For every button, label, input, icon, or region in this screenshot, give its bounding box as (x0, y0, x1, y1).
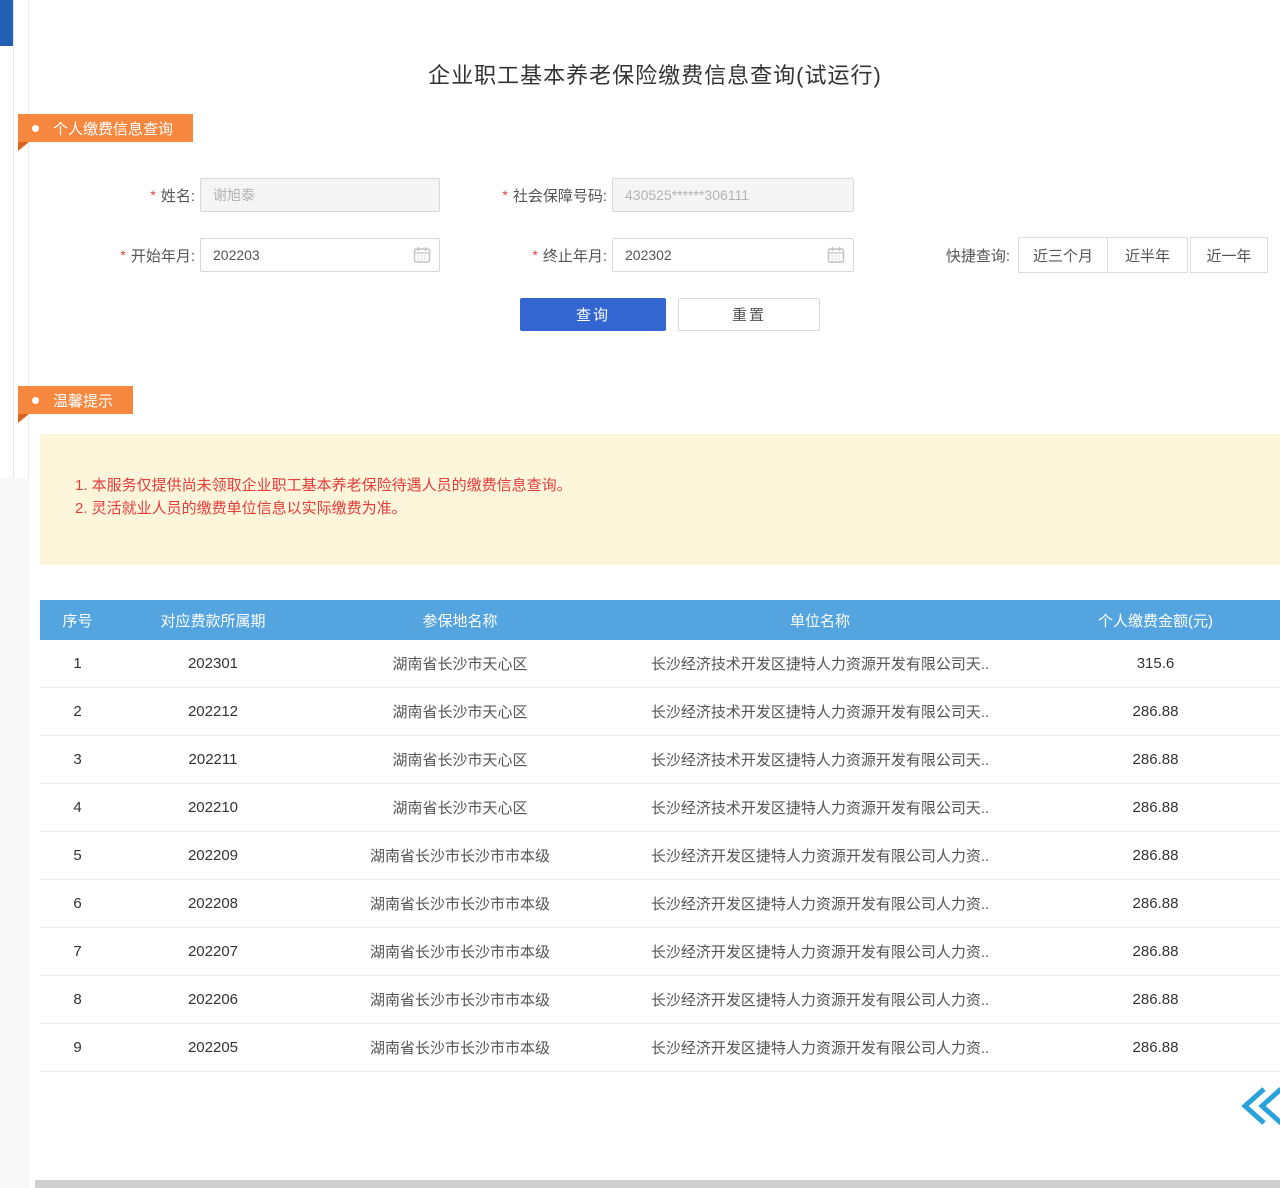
collapse-double-chevron-icon[interactable] (1237, 1084, 1280, 1128)
start-month-label: * 开始年月: (60, 238, 195, 272)
name-input[interactable] (200, 178, 440, 212)
required-asterisk: * (120, 247, 125, 263)
start-month-input[interactable] (200, 238, 440, 272)
section-badge-query-label: 个人缴费信息查询 (53, 118, 173, 139)
tips-line-1: 1. 本服务仅提供尚未领取企业职工基本养老保险待遇人员的缴费信息查询。 (75, 474, 1245, 497)
ssn-field-wrap (612, 178, 854, 212)
required-asterisk: * (502, 187, 507, 203)
table-row: 9 202205 湖南省长沙市长沙市市本级 长沙经济开发区捷特人力资源开发有限公… (40, 1024, 1280, 1072)
required-asterisk: * (532, 247, 537, 263)
table-row: 1 202301 湖南省长沙市天心区 长沙经济技术开发区捷特人力资源开发有限公司… (40, 640, 1280, 688)
header-company: 单位名称 (609, 610, 1031, 631)
name-field-wrap (200, 178, 440, 212)
reset-button[interactable]: 重置 (678, 298, 820, 331)
section-badge-tips: 温馨提示 (18, 386, 133, 414)
ribbon-fold (18, 414, 29, 423)
ssn-label: * 社会保障号码: (455, 178, 607, 212)
ssn-input[interactable] (612, 178, 854, 212)
section-badge-tips-label: 温馨提示 (53, 390, 113, 411)
end-month-field-wrap (612, 238, 854, 272)
tips-notice-box: 1. 本服务仅提供尚未领取企业职工基本养老保险待遇人员的缴费信息查询。 2. 灵… (40, 434, 1280, 565)
table-header-row: 序号 对应费款所属期 参保地名称 单位名称 个人缴费金额(元) (40, 600, 1280, 640)
header-seq: 序号 (40, 610, 115, 631)
page: 企业职工基本养老保险缴费信息查询(试运行) 个人缴费信息查询 * 姓名: * 社… (0, 0, 1280, 1188)
left-sidebar-edge (0, 0, 29, 1188)
ribbon-fold (18, 142, 29, 151)
query-button[interactable]: 查询 (520, 298, 666, 331)
left-sidebar-edge-lower (0, 478, 29, 1188)
quick-query-label: 快捷查询: (905, 238, 1010, 272)
quick-last-3-months-button[interactable]: 近三个月 (1018, 237, 1108, 273)
start-month-field-wrap (200, 238, 440, 272)
end-month-input[interactable] (612, 238, 854, 272)
section-badge-query: 个人缴费信息查询 (18, 114, 193, 142)
calendar-icon[interactable] (827, 246, 845, 264)
end-month-label: * 终止年月: (472, 238, 607, 272)
table-row: 3 202211 湖南省长沙市天心区 长沙经济技术开发区捷特人力资源开发有限公司… (40, 736, 1280, 784)
header-area: 参保地名称 (311, 610, 609, 631)
table-row: 4 202210 湖南省长沙市天心区 长沙经济技术开发区捷特人力资源开发有限公司… (40, 784, 1280, 832)
calendar-icon[interactable] (413, 246, 431, 264)
tips-line-2: 2. 灵活就业人员的缴费单位信息以实际缴费为准。 (75, 497, 1245, 520)
table-row: 7 202207 湖南省长沙市长沙市市本级 长沙经济开发区捷特人力资源开发有限公… (40, 928, 1280, 976)
quick-last-year-button[interactable]: 近一年 (1190, 237, 1268, 273)
table-row: 8 202206 湖南省长沙市长沙市市本级 长沙经济开发区捷特人力资源开发有限公… (40, 976, 1280, 1024)
page-title: 企业职工基本养老保险缴费信息查询(试运行) (30, 58, 1280, 90)
quick-last-half-year-button[interactable]: 近半年 (1107, 237, 1188, 273)
bullet-dot-icon (32, 397, 39, 404)
results-table: 序号 对应费款所属期 参保地名称 单位名称 个人缴费金额(元) 1 202301… (40, 600, 1280, 1072)
name-label: * 姓名: (90, 178, 195, 212)
left-sidebar-divider (13, 0, 14, 478)
bottom-divider (35, 1180, 1280, 1188)
header-period: 对应费款所属期 (115, 610, 311, 631)
left-sidebar-blue-block (0, 0, 13, 46)
bullet-dot-icon (32, 125, 39, 132)
table-row: 5 202209 湖南省长沙市长沙市市本级 长沙经济开发区捷特人力资源开发有限公… (40, 832, 1280, 880)
required-asterisk: * (150, 187, 155, 203)
table-row: 6 202208 湖南省长沙市长沙市市本级 长沙经济开发区捷特人力资源开发有限公… (40, 880, 1280, 928)
table-row: 2 202212 湖南省长沙市天心区 长沙经济技术开发区捷特人力资源开发有限公司… (40, 688, 1280, 736)
header-amount: 个人缴费金额(元) (1031, 610, 1280, 631)
